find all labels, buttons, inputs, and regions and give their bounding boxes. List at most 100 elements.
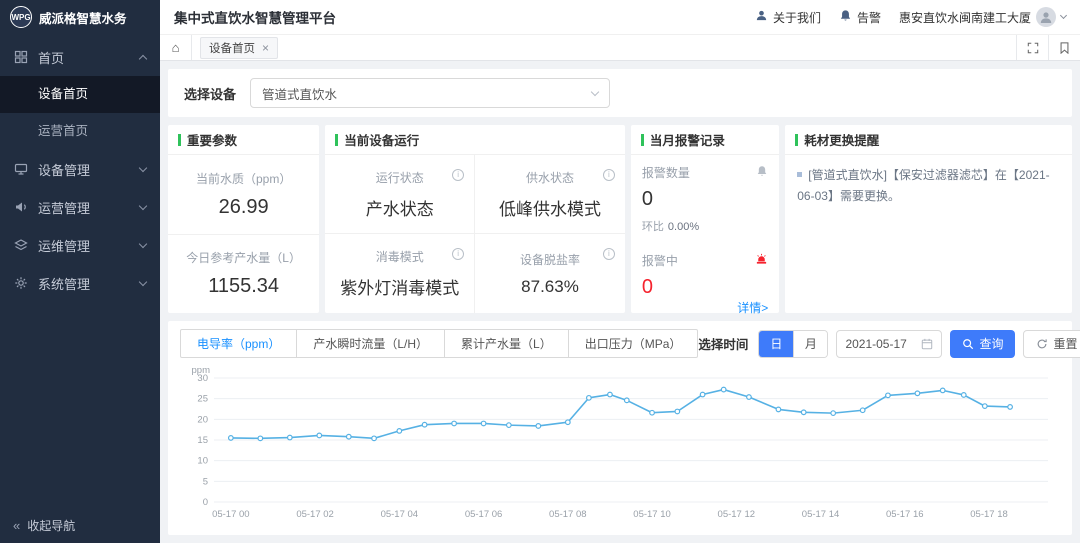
period-month-button[interactable]: 月 xyxy=(793,331,827,357)
device-select[interactable]: 管道式直饮水 xyxy=(250,78,610,108)
info-icon[interactable]: i xyxy=(603,169,615,181)
fullscreen-button[interactable] xyxy=(1016,35,1048,60)
running-grid: 运行状态 产水状态 i 供水状态 低峰供水模式 i 消毒模式 紫外灯消毒模式 xyxy=(325,155,625,313)
sidebar-menu: 首页 设备首页 运营首页 设备管理 运营管理 xyxy=(0,34,160,507)
accent-bar xyxy=(641,134,644,146)
sidebar-item-label: 运营管理 xyxy=(38,198,90,217)
period-day-button[interactable]: 日 xyxy=(759,331,793,357)
chevron-down-icon xyxy=(591,87,599,95)
sidebar-item-home[interactable]: 首页 xyxy=(0,38,160,76)
chevron-down-icon xyxy=(1060,12,1067,19)
panel-title: 当月报警记录 xyxy=(650,130,725,149)
siren-icon xyxy=(755,253,768,269)
svg-text:5: 5 xyxy=(203,476,208,487)
svg-text:05-17 16: 05-17 16 xyxy=(886,509,924,520)
platform-title: 集中式直饮水智慧管理平台 xyxy=(174,7,336,27)
close-icon[interactable]: × xyxy=(262,42,269,54)
water-quality-value: 26.99 xyxy=(219,196,269,219)
disinfection-mode-value: 紫外灯消毒模式 xyxy=(340,274,459,299)
calendar-icon xyxy=(921,338,933,350)
panels-row: 重要参数 当前水质（ppm） 26.99 今日参考产水量（L） 1155.34 … xyxy=(168,125,1072,313)
dashboard-icon xyxy=(14,50,29,65)
panel-header: 耗材更换提醒 xyxy=(785,125,1072,155)
svg-text:05-17 04: 05-17 04 xyxy=(381,509,419,520)
panel-header: 当前设备运行 xyxy=(325,125,625,155)
svg-text:05-17 18: 05-17 18 xyxy=(970,509,1008,520)
search-icon xyxy=(962,338,974,350)
sidebar-item-device-management[interactable]: 设备管理 xyxy=(0,150,160,188)
panel-consumables: 耗材更换提醒 [管道式直饮水]【保安过滤器滤芯】在【2021-06-03】需要更… xyxy=(785,125,1072,313)
tab-total-output[interactable]: 累计产水量（L） xyxy=(444,329,569,358)
daily-output-label: 今日参考产水量（L） xyxy=(186,249,301,266)
chevron-down-icon xyxy=(139,239,147,247)
panel-title: 重要参数 xyxy=(187,130,237,149)
disinfection-mode-cell: 消毒模式 紫外灯消毒模式 i xyxy=(325,234,475,313)
panel-key-parameters: 重要参数 当前水质（ppm） 26.99 今日参考产水量（L） 1155.34 xyxy=(168,125,319,313)
sidebar-item-device-home[interactable]: 设备首页 xyxy=(0,76,160,113)
tab-instant-flow[interactable]: 产水瞬时流量（L/H） xyxy=(296,329,445,358)
svg-text:05-17 06: 05-17 06 xyxy=(465,509,503,520)
about-us-link[interactable]: 关于我们 xyxy=(755,9,821,26)
tab-conductivity[interactable]: 电导率（ppm） xyxy=(180,329,297,358)
sidebar-item-operation-management[interactable]: 运营管理 xyxy=(0,188,160,226)
date-picker[interactable]: 2021-05-17 xyxy=(836,330,942,358)
panel-header: 重要参数 xyxy=(168,125,319,155)
panel-device-running: 当前设备运行 运行状态 产水状态 i 供水状态 低峰供水模式 i xyxy=(325,125,625,313)
tab-outlet-pressure[interactable]: 出口压力（MPa） xyxy=(568,329,699,358)
reset-label: 重置 xyxy=(1053,335,1077,352)
bookmark-button[interactable] xyxy=(1048,35,1080,60)
reset-button[interactable]: 重置 xyxy=(1023,330,1080,358)
collapse-nav-button[interactable]: « 收起导航 xyxy=(0,507,160,543)
svg-text:05-17 00: 05-17 00 xyxy=(212,509,250,520)
daily-output-cell: 今日参考产水量（L） 1155.34 xyxy=(168,234,319,314)
consumable-message: [管道式直饮水]【保安过滤器滤芯】在【2021-06-03】需要更换。 xyxy=(797,168,1049,203)
sidebar-item-label: 首页 xyxy=(38,48,64,67)
svg-text:25: 25 xyxy=(197,394,208,405)
desalination-rate-label: 设备脱盐率 xyxy=(520,251,580,268)
alarm-label: 告警 xyxy=(857,9,881,26)
bookmark-icon xyxy=(1059,42,1070,54)
tabbar-actions xyxy=(1016,35,1080,60)
supply-status-label: 供水状态 xyxy=(526,169,574,186)
main-area: 集中式直饮水智慧管理平台 关于我们 告警 惠安直饮水闽南建工大厦 xyxy=(160,0,1080,543)
running-status-cell: 运行状态 产水状态 i xyxy=(325,155,475,234)
bell-icon xyxy=(839,9,852,25)
tab-device-home[interactable]: 设备首页 × xyxy=(200,37,278,59)
running-status-value: 产水状态 xyxy=(366,195,434,220)
alarm-active-label: 报警中 xyxy=(642,252,678,269)
chevron-up-icon xyxy=(139,55,147,63)
info-icon[interactable]: i xyxy=(452,169,464,181)
info-icon[interactable]: i xyxy=(603,248,615,260)
sidebar-item-maintenance-management[interactable]: 运维管理 xyxy=(0,226,160,264)
home-tab-button[interactable]: ⌂ xyxy=(160,35,192,60)
svg-text:05-17 14: 05-17 14 xyxy=(802,509,840,520)
consumable-reminder: [管道式直饮水]【保安过滤器滤芯】在【2021-06-03】需要更换。 xyxy=(785,155,1072,217)
chevron-down-icon xyxy=(139,201,147,209)
sidebar-item-system-management[interactable]: 系统管理 xyxy=(0,264,160,302)
info-icon[interactable]: i xyxy=(452,248,464,260)
user-menu[interactable]: 惠安直饮水闽南建工大厦 xyxy=(899,7,1066,27)
svg-text:05-17 08: 05-17 08 xyxy=(549,509,587,520)
desalination-rate-value: 87.63% xyxy=(521,277,579,297)
chart-controls: 电导率（ppm） 产水瞬时流量（L/H） 累计产水量（L） 出口压力（MPa） … xyxy=(180,329,1060,358)
accent-bar xyxy=(335,134,338,146)
brand: WPG 威派格智慧水务 xyxy=(0,0,160,34)
brand-logo: WPG xyxy=(10,6,32,28)
supply-status-cell: 供水状态 低峰供水模式 i xyxy=(475,155,625,234)
collapse-icon: « xyxy=(13,518,20,533)
svg-text:10: 10 xyxy=(197,456,208,467)
chart-card: 电导率（ppm） 产水瞬时流量（L/H） 累计产水量（L） 出口压力（MPa） … xyxy=(168,321,1072,535)
alarm-details-link[interactable]: 详情> xyxy=(737,299,768,316)
chevron-down-icon xyxy=(139,277,147,285)
bullet-icon xyxy=(797,172,802,177)
topbar: 集中式直饮水智慧管理平台 关于我们 告警 惠安直饮水闽南建工大厦 xyxy=(160,0,1080,34)
water-quality-label: 当前水质（ppm） xyxy=(196,170,291,187)
sidebar-item-operation-home[interactable]: 运营首页 xyxy=(0,113,160,150)
panel-title: 当前设备运行 xyxy=(344,130,419,149)
time-controls: 选择时间 日 月 2021-05-17 查询 xyxy=(698,330,1080,358)
query-button[interactable]: 查询 xyxy=(950,330,1015,358)
panel-title: 耗材更换提醒 xyxy=(804,130,879,149)
chevron-down-icon xyxy=(139,163,147,171)
sidebar-item-label: 系统管理 xyxy=(38,274,90,293)
alarm-link[interactable]: 告警 xyxy=(839,9,881,26)
